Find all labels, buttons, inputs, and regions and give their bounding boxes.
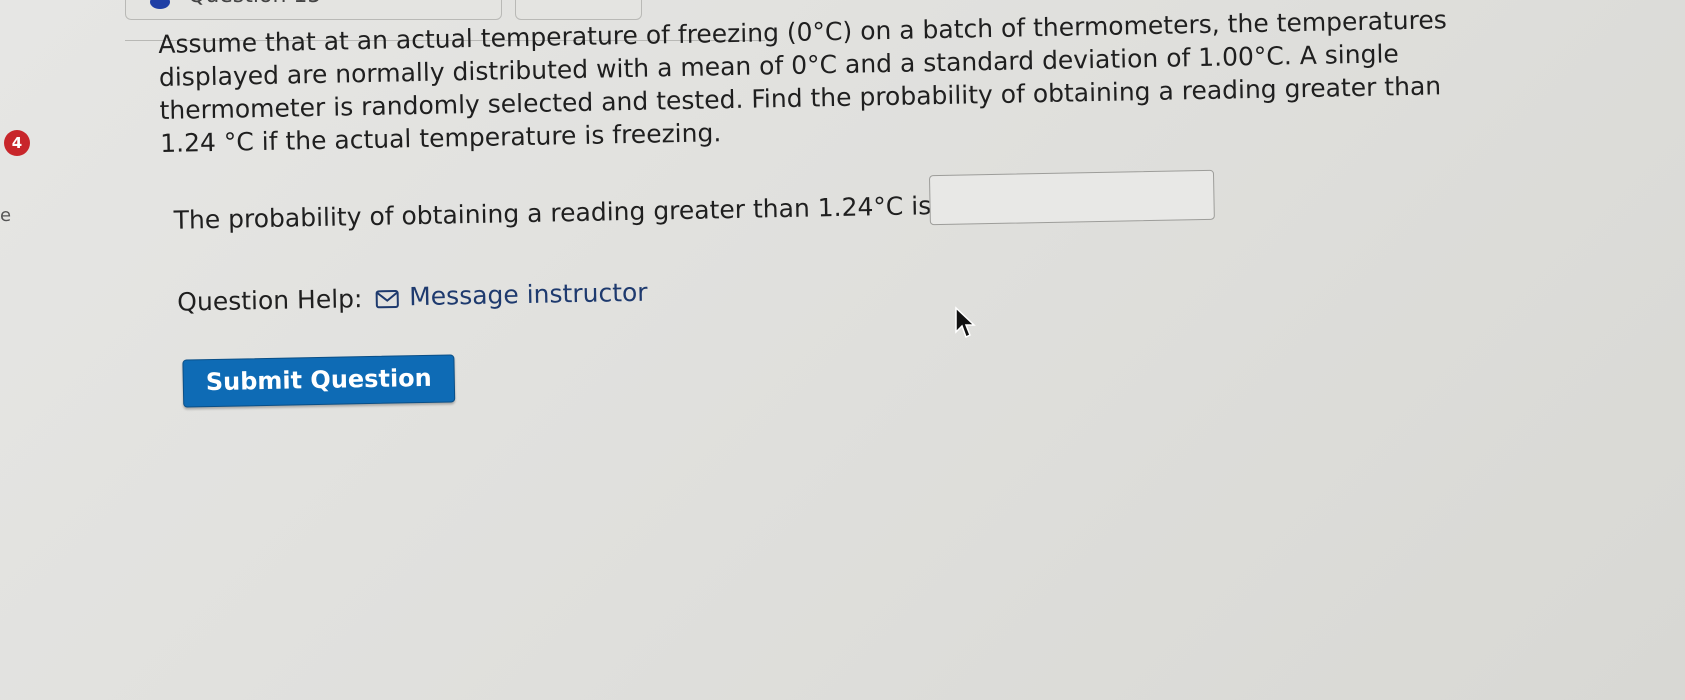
question-tab-current[interactable]: Question 15: [125, 0, 502, 20]
question-help-label: Question Help:: [176, 284, 363, 317]
question-help-row: Question Help: Message instructor: [177, 257, 1543, 319]
question-panel: Assume that at an actual temperature of …: [158, 2, 1545, 408]
answer-label: The probability of obtaining a reading g…: [173, 191, 940, 235]
message-instructor-label: Message instructor: [408, 277, 648, 312]
question-number-badge: 4: [4, 130, 30, 156]
answer-input[interactable]: [928, 169, 1215, 226]
message-instructor-link[interactable]: Message instructor: [375, 275, 648, 315]
left-edge-mark: e: [0, 205, 12, 226]
mail-icon: [375, 285, 400, 314]
answer-row: The probability of obtaining a reading g…: [173, 163, 1542, 239]
question-tab-next[interactable]: [515, 0, 642, 20]
submit-question-button[interactable]: Submit Question: [182, 354, 456, 408]
status-dot-icon: [150, 0, 170, 9]
tab-label: Question 15: [188, 0, 321, 8]
mouse-pointer-icon: [954, 306, 976, 344]
page: Question 15 4 e Assume that at an actual…: [0, 0, 1685, 700]
question-text: Assume that at an actual temperature of …: [158, 5, 1448, 158]
